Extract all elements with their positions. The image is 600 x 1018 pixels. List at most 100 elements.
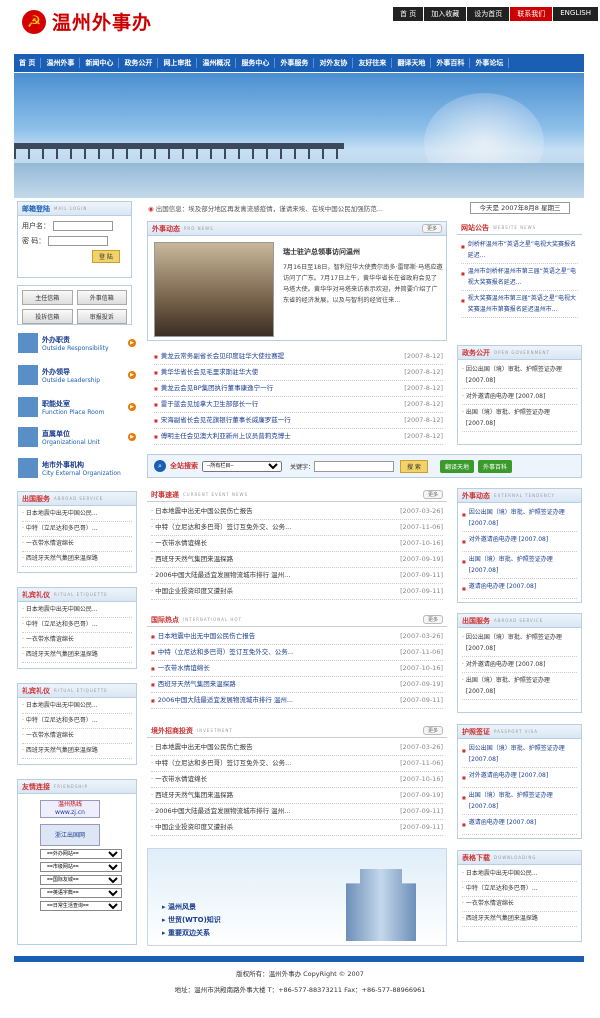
list-item[interactable]: 邀请函电办理 [2007.08]	[462, 815, 577, 835]
search-button[interactable]: 搜 索	[400, 459, 428, 473]
top-link-home[interactable]: 首 页	[393, 7, 424, 21]
side-nav-units[interactable]: 直属单位 Organizational Unit ▶	[18, 426, 138, 448]
feature-link-relations[interactable]: ▸ 重要双边关系	[162, 927, 221, 940]
list-item[interactable]: 日本地震中出无中国公民伤亡报告 [2007-03-26]	[151, 504, 443, 520]
nav-item[interactable]: 友好往来	[353, 58, 393, 68]
nav-item[interactable]: 服务中心	[236, 58, 276, 68]
list-item[interactable]: 中特（立尼达和多巴哥）签订互免外交、公务... [2007-11-06]	[151, 645, 443, 661]
director-mailbox-button[interactable]: 主任信箱	[22, 290, 73, 305]
list-item[interactable]: 2006中国大陆最适宜发展物流城市排行 温州... [2007-09-11]	[151, 804, 443, 820]
list-item[interactable]: 对外邀请函电办理 [2007.08]	[462, 768, 577, 788]
notice-item[interactable]: 视大奖赛温州市第三届“英语之星”电视大奖赛温州市第赛报名延迟温州市...	[461, 291, 578, 318]
select-sister-cities[interactable]: ==国际友城==	[40, 875, 122, 885]
wenzhou-hotline-link[interactable]: 温州热线 www.zj.cn	[40, 800, 100, 818]
news-item[interactable]: 黄龙云会见BP集团执行董事康逸宁一行 [2007-8-12]	[154, 381, 443, 397]
list-item[interactable]: 中特（立尼达和多巴哥）...	[22, 618, 132, 633]
ticker[interactable]: ◉ 出国信息：埃及部分地区再发禽流感疫情，谨请来埃、在埃中国公民加强防范...	[148, 203, 448, 215]
select-english-dict[interactable]: ==英语字典==	[40, 888, 122, 898]
nav-item[interactable]: 首 页	[14, 58, 42, 68]
top-link-sethome[interactable]: 设为首页	[467, 7, 510, 21]
list-item[interactable]: 西班牙天然气集团来温探路 [2007-09-19]	[151, 552, 443, 568]
nav-item[interactable]: 温州外事	[41, 58, 81, 68]
list-item[interactable]: 中国企业投资印度又遭封杀 [2007-09-11]	[151, 584, 443, 600]
list-item[interactable]: 一衣带水情谊绵长	[462, 897, 577, 912]
login-button[interactable]: 登 陆	[92, 250, 120, 263]
news-item[interactable]: 宋海副省长会见花旗银行董事长威廉罗兹一行 [2007-8-12]	[154, 413, 443, 429]
list-item[interactable]: 一衣带水情谊绵长	[22, 729, 132, 744]
list-item[interactable]: 西班牙天然气集团来温探路	[22, 648, 132, 663]
more-button[interactable]: 更多	[422, 615, 443, 624]
list-item[interactable]: 日本地震中出无中国公民...	[22, 507, 132, 522]
nav-item[interactable]: 新闻中心	[80, 58, 120, 68]
more-button[interactable]: 更多	[422, 726, 443, 735]
zhejiang-abroad-link[interactable]: 浙江出国网	[40, 824, 100, 846]
list-item[interactable]: 西班牙天然气集团来温探路	[22, 552, 132, 567]
select-foreign-office[interactable]: ==外办网站==	[40, 849, 122, 859]
side-nav-responsibility[interactable]: 外办职责 Outside Responsibility ▶	[18, 332, 138, 354]
list-item[interactable]: 出国（境）审批、护照签证办理 [2007.08]	[462, 673, 577, 700]
list-item[interactable]: 西班牙天然气集团来温探路 [2007-09-19]	[151, 788, 443, 804]
translation-button[interactable]: 翻译天地	[439, 459, 474, 473]
list-item[interactable]: 一衣带水情谊绵长 [2007-10-16]	[151, 536, 443, 552]
list-item[interactable]: 中特（立尼达和多巴哥）签订互免外交、公务... [2007-11-06]	[151, 520, 443, 536]
list-item[interactable]: 对外邀请函电办理 [2007.08]	[462, 657, 577, 673]
news-item[interactable]: 黄华华省长会见毛里求斯驻华大使 [2007-8-12]	[154, 365, 443, 381]
feature-link-wto[interactable]: ▸ 世贸(WTO)知识	[162, 914, 221, 927]
select-daily-life[interactable]: ==日常生活查询==	[40, 901, 122, 911]
list-item[interactable]: 西班牙天然气集团来温探路	[462, 912, 577, 927]
notice-item[interactable]: 剑桥杯温州市“英语之星”电视大奖赛报名延迟...	[461, 237, 578, 264]
list-item[interactable]: 一衣带水情谊绵长	[22, 537, 132, 552]
encyclopedia-button[interactable]: 外事百科	[477, 459, 512, 473]
list-item[interactable]: 一衣带水情谊绵长 [2007-10-16]	[151, 661, 443, 677]
news-item[interactable]: 黄龙云常务副省长会见印度驻华大使拉赛提 [2007-8-12]	[154, 349, 443, 365]
list-item[interactable]: 日本地震中出无中国公民伤亡报告 [2007-03-26]	[151, 629, 443, 645]
list-item[interactable]: 日本地震中出无中国公民...	[22, 699, 132, 714]
nav-item[interactable]: 外事论坛	[470, 58, 510, 68]
search-input[interactable]	[314, 460, 395, 472]
list-item[interactable]: 因公出国（境）审批、护照签证办理 [2007.08]	[462, 362, 577, 389]
list-item[interactable]: 因公出国（境）审批、护照签证办理 [2007.08]	[462, 741, 577, 768]
list-item[interactable]: 出国（境）审批、护照签证办理 [2007.08]	[462, 405, 577, 432]
nav-item[interactable]: 政务公开	[119, 58, 159, 68]
top-link-english[interactable]: ENGLISH	[553, 7, 598, 21]
nav-item[interactable]: 温州概况	[197, 58, 237, 68]
report-complaint-button[interactable]: 审报投诉	[76, 309, 127, 324]
password-input[interactable]	[48, 236, 109, 246]
list-item[interactable]: 一衣带水情谊绵长	[22, 633, 132, 648]
select-city-sites[interactable]: ==市级网站==	[40, 862, 122, 872]
more-button[interactable]: 更多	[421, 224, 442, 233]
list-item[interactable]: 对外邀请函电办理 [2007.08]	[462, 532, 577, 552]
site-logo[interactable]: ☭ 温州外事办	[22, 8, 152, 35]
news-item[interactable]: 雷于蓝会见加拿大卫生部部长一行 [2007-8-12]	[154, 397, 443, 413]
list-item[interactable]: 2006中国大陆最适宜发展物流城市排行 温州... [2007-09-11]	[151, 693, 443, 709]
nav-item[interactable]: 对外友协	[314, 58, 354, 68]
side-nav-function[interactable]: 职能处室 Function Place Room ▶	[18, 396, 138, 418]
list-item[interactable]: 中特（立尼达和多巴哥）...	[462, 882, 577, 897]
side-nav-leadership[interactable]: 外办领导 Outside Leadership ▶	[18, 364, 138, 386]
side-nav-city[interactable]: 地市外事机构 City External Organization	[18, 457, 138, 479]
list-item[interactable]: 日本地震中出无中国公民...	[22, 603, 132, 618]
search-category-select[interactable]: --所有栏目--	[202, 460, 282, 472]
list-item[interactable]: 中特（立尼达和多巴哥）...	[22, 714, 132, 729]
news-photo[interactable]	[154, 242, 274, 337]
list-item[interactable]: 日本地震中出无中国公民伤亡报告 [2007-03-26]	[151, 740, 443, 756]
news-headline[interactable]: 瑞士驻沪总领事访问温州	[283, 247, 360, 257]
complaint-mailbox-button[interactable]: 投拆信箱	[22, 309, 73, 324]
nav-item[interactable]: 翻译天地	[392, 58, 432, 68]
news-item[interactable]: 傅明主任会见澳大利亚新州上议员普莉克博士 [2007-8-12]	[154, 429, 443, 445]
username-input[interactable]	[53, 221, 113, 231]
more-button[interactable]: 更多	[422, 490, 443, 499]
list-item[interactable]: 中特（立尼达和多巴哥）签订互免外交、公务... [2007-11-06]	[151, 756, 443, 772]
list-item[interactable]: 中特（立尼达和多巴哥）...	[22, 522, 132, 537]
list-item[interactable]: 因公出国（境）审批、护照签证办理 [2007.08]	[462, 505, 577, 532]
nav-item[interactable]: 外事服务	[275, 58, 315, 68]
list-item[interactable]: 2006中国大陆最适宜发展物流城市排行 温州... [2007-09-11]	[151, 568, 443, 584]
list-item[interactable]: 一衣带水情谊绵长 [2007-10-16]	[151, 772, 443, 788]
feature-link-scenery[interactable]: ▸ 温州风景	[162, 901, 221, 914]
foreign-affairs-mailbox-button[interactable]: 外事信箱	[76, 290, 127, 305]
list-item[interactable]: 西班牙天然气集团来温探路 [2007-09-19]	[151, 677, 443, 693]
list-item[interactable]: 中国企业投资印度又遭封杀 [2007-09-11]	[151, 820, 443, 836]
nav-item[interactable]: 外事百科	[431, 58, 471, 68]
list-item[interactable]: 对外邀请函电办理 [2007.08]	[462, 389, 577, 405]
notice-item[interactable]: 温州市剑桥杯温州市第三届“英语之星”电视大奖赛报名延迟...	[461, 264, 578, 291]
